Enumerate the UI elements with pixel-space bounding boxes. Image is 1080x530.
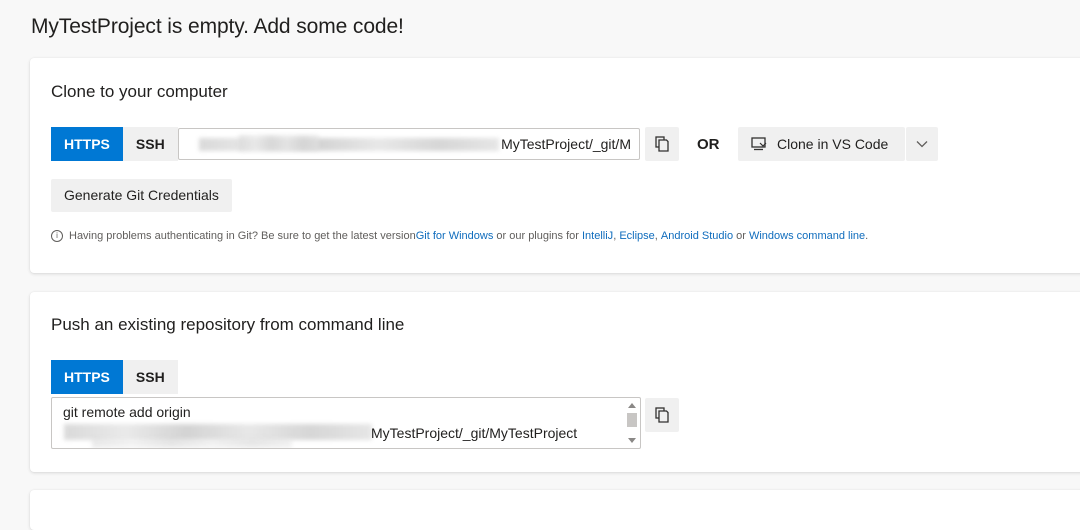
info-icon: i (51, 230, 63, 242)
clone-card: Clone to your computer HTTPS SSH MyTestP… (30, 58, 1080, 273)
clone-section-title: Clone to your computer (51, 82, 228, 101)
windows-command-line-link[interactable]: Windows command line (749, 230, 865, 242)
clone-in-vscode-label: Clone in VS Code (777, 136, 889, 152)
chevron-down-icon (916, 141, 928, 148)
clone-ssh-tab[interactable]: SSH (122, 127, 178, 161)
push-https-tab[interactable]: HTTPS (51, 360, 123, 394)
or-label: OR (697, 136, 720, 153)
push-protocol-selector: HTTPS SSH (51, 360, 178, 394)
clone-url-text: MyTestProject/_git/M (501, 136, 631, 152)
push-command-textarea[interactable]: git remote add origin MyTestProject/_git… (51, 397, 641, 449)
auth-help-text: i Having problems authenticating in Git?… (51, 230, 868, 242)
clone-url-field[interactable]: MyTestProject/_git/M (178, 128, 640, 160)
android-studio-link[interactable]: Android Studio (661, 230, 733, 242)
vscode-clone-icon (751, 137, 767, 151)
intellij-link[interactable]: IntelliJ (582, 230, 613, 242)
clone-in-vscode-button[interactable]: Clone in VS Code (738, 127, 905, 161)
next-section-card (30, 490, 1080, 530)
generate-git-credentials-button[interactable]: Generate Git Credentials (51, 179, 232, 212)
page-title: MyTestProject is empty. Add some code! (31, 15, 404, 38)
copy-push-command-button[interactable] (645, 398, 679, 432)
push-section-title: Push an existing repository from command… (51, 315, 405, 334)
copy-icon (655, 407, 669, 423)
help-sep-3: or (733, 230, 749, 242)
eclipse-link[interactable]: Eclipse (619, 230, 654, 242)
push-ssh-tab[interactable]: SSH (122, 360, 178, 394)
help-text-middle: or our plugins for (493, 230, 582, 242)
git-for-windows-link[interactable]: Git for Windows (416, 230, 494, 242)
scroll-up-arrow[interactable] (628, 403, 636, 408)
copy-icon (655, 136, 669, 152)
scroll-down-arrow[interactable] (628, 438, 636, 443)
push-card: Push an existing repository from command… (30, 292, 1080, 472)
clone-options-dropdown[interactable] (906, 127, 938, 161)
command-scrollbar[interactable] (626, 400, 638, 446)
help-text-prefix: Having problems authenticating in Git? B… (69, 230, 416, 242)
clone-https-tab[interactable]: HTTPS (51, 127, 123, 161)
command-line-2: MyTestProject/_git/MyTestProject (371, 425, 578, 441)
scroll-thumb[interactable] (627, 413, 637, 427)
command-line-1: git remote add origin (63, 404, 191, 420)
help-suffix: . (865, 230, 869, 242)
clone-protocol-selector: HTTPS SSH (51, 127, 178, 161)
copy-clone-url-button[interactable] (645, 127, 679, 161)
